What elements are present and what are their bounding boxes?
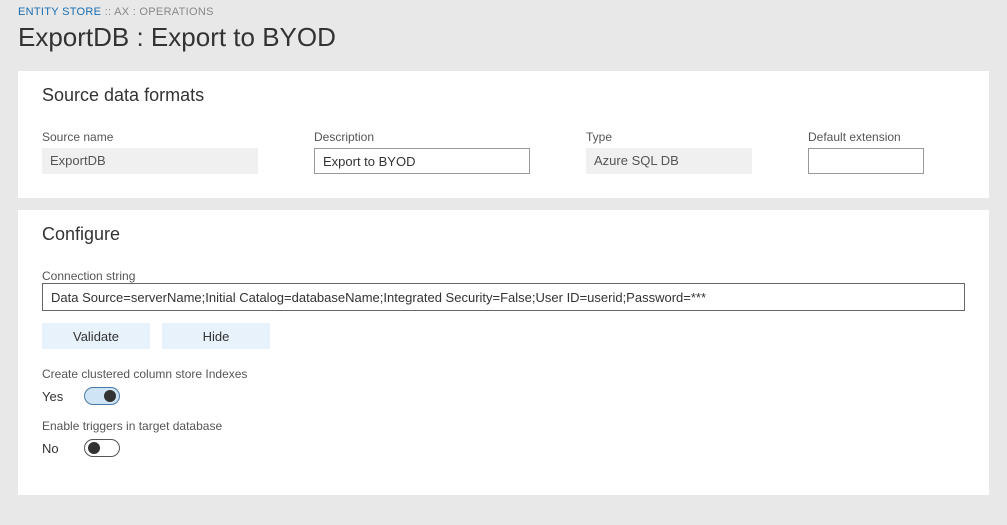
source-panel-title: Source data formats [42,85,965,106]
breadcrumb-rest: AX : OPERATIONS [114,6,214,18]
source-name-value: ExportDB [42,148,258,174]
validate-button[interactable]: Validate [42,323,150,349]
triggers-value: No [42,441,66,456]
clustered-index-value: Yes [42,389,66,404]
connection-string-label: Connection string [42,269,965,283]
breadcrumb-sep: :: [101,6,114,18]
description-field: Description [314,130,530,174]
toggle-knob-icon [88,442,100,454]
breadcrumb: ENTITY STORE :: AX : OPERATIONS [18,6,989,18]
default-extension-input[interactable] [808,148,924,174]
source-name-field: Source name ExportDB [42,130,258,174]
description-input[interactable] [314,148,530,174]
default-extension-field: Default extension [808,130,924,174]
hide-button[interactable]: Hide [162,323,270,349]
source-data-formats-panel: Source data formats Source name ExportDB… [18,71,989,198]
type-field: Type Azure SQL DB [586,130,752,174]
type-value: Azure SQL DB [586,148,752,174]
source-name-label: Source name [42,130,258,144]
configure-panel: Configure Connection string Validate Hid… [18,210,989,495]
configure-panel-title: Configure [42,224,965,245]
connection-string-input[interactable] [42,283,965,311]
triggers-toggle[interactable] [84,439,120,457]
toggle-knob-icon [104,390,116,402]
page-title: ExportDB : Export to BYOD [18,22,989,53]
description-label: Description [314,130,530,144]
default-extension-label: Default extension [808,130,924,144]
breadcrumb-link[interactable]: ENTITY STORE [18,6,101,18]
type-label: Type [586,130,752,144]
triggers-label: Enable triggers in target database [42,419,965,433]
clustered-index-toggle[interactable] [84,387,120,405]
clustered-index-label: Create clustered column store Indexes [42,367,965,381]
